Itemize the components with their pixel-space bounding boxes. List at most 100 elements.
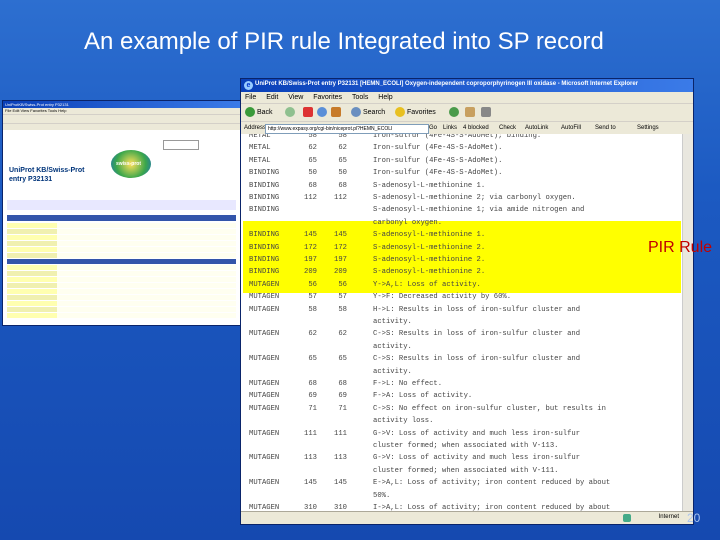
feature-from: 62 bbox=[308, 144, 317, 153]
feature-key: MUTAGEN bbox=[249, 305, 280, 314]
feature-to: 172 bbox=[334, 243, 347, 252]
feature-description: C->S: Results in loss of iron-sulfur clu… bbox=[373, 330, 581, 339]
search-button[interactable]: Search bbox=[351, 107, 385, 119]
browser-window[interactable]: e UniProt KB/Swiss-Prot entry P32131 [HE… bbox=[240, 78, 694, 525]
feature-description-continuation: cluster formed; when associated with V-1… bbox=[373, 466, 559, 475]
feature-description: E->A,L: Loss of activity; iron content r… bbox=[373, 479, 611, 488]
menu-view[interactable]: View bbox=[288, 94, 303, 101]
menu-help[interactable]: Help bbox=[378, 94, 392, 101]
feature-description-continuation: carbonyl oxygen. bbox=[373, 218, 443, 227]
favorites-button[interactable]: Favorites bbox=[395, 107, 436, 119]
feature-from: 112 bbox=[304, 194, 317, 202]
refresh-icon bbox=[317, 107, 327, 118]
thumbnail-nav-links[interactable] bbox=[7, 200, 236, 210]
menu-tools[interactable]: Tools bbox=[352, 94, 368, 101]
feature-description: Iron-sulfur (4Fe-4S-S-AdoMet). bbox=[373, 144, 503, 153]
feature-key: MUTAGEN bbox=[249, 330, 280, 339]
feature-to: 111 bbox=[334, 429, 347, 438]
feature-to: 50 bbox=[338, 169, 347, 178]
feature-to: 62 bbox=[338, 144, 347, 153]
refresh-button[interactable] bbox=[317, 107, 329, 119]
feature-to: 57 bbox=[338, 293, 347, 302]
feature-description: S-adenosyl-L-methionine 2. bbox=[373, 243, 486, 252]
feature-to: 68 bbox=[338, 380, 347, 388]
thumbnail-search-box[interactable] bbox=[163, 140, 199, 150]
internet-explorer-icon: e bbox=[244, 81, 253, 90]
feature-key: BINDING bbox=[249, 231, 280, 240]
check-button[interactable]: Check bbox=[499, 125, 516, 131]
feature-key: BINDING bbox=[249, 268, 280, 277]
menu-file[interactable]: File bbox=[245, 94, 256, 101]
feature-description: H->L: Results in loss of iron-sulfur clu… bbox=[373, 305, 581, 314]
mail-button[interactable] bbox=[465, 107, 477, 119]
vertical-scrollbar[interactable] bbox=[682, 134, 693, 512]
swiss-prot-logo-label: swiss-prot bbox=[116, 161, 142, 167]
feature-to: 112 bbox=[334, 194, 347, 202]
history-button[interactable] bbox=[449, 107, 461, 119]
feature-from: 65 bbox=[308, 156, 317, 165]
feature-key: BINDING bbox=[249, 181, 280, 190]
feature-key: MUTAGEN bbox=[249, 380, 280, 388]
back-button[interactable]: Back bbox=[245, 107, 273, 119]
uniprot-entry-heading: UniProt KB/Swiss-Prot entry P32131 bbox=[9, 166, 84, 184]
feature-key: BINDING bbox=[249, 243, 280, 252]
feature-description: S-adenosyl-L-methionine 2. bbox=[373, 256, 486, 264]
feature-key: METAL bbox=[249, 156, 271, 165]
address-input[interactable]: http://www.expasy.org/cgi-bin/niceprot.p… bbox=[265, 124, 429, 134]
uniprot-heading-line2: entry P32131 bbox=[9, 176, 53, 183]
page-number: 20 bbox=[687, 511, 701, 525]
page-content: METAL 58 58 Iron-sulfur (4Fe-4S-S-AdoMet); … bbox=[241, 134, 683, 512]
feature-description-continuation: cluster formed; when associated with V-1… bbox=[373, 442, 559, 450]
stop-button[interactable] bbox=[303, 107, 315, 119]
settings-button[interactable]: Settings bbox=[637, 125, 659, 131]
thumbnail-toolbar bbox=[3, 114, 240, 123]
feature-description-continuation: activity loss. bbox=[373, 417, 434, 426]
go-button[interactable]: Go bbox=[429, 125, 437, 131]
browser-titlebar[interactable]: e UniProt KB/Swiss-Prot entry P32131 [HE… bbox=[241, 79, 693, 92]
feature-key: MUTAGEN bbox=[249, 429, 280, 438]
feature-from: 197 bbox=[304, 256, 317, 264]
feature-description: Iron-sulfur (4Fe-4S-S-AdoMet). bbox=[373, 169, 503, 178]
feature-to: 145 bbox=[334, 231, 347, 240]
feature-key: MUTAGEN bbox=[249, 293, 280, 302]
feature-key: METAL bbox=[249, 144, 271, 153]
browser-toolbar: Back Search Favorites bbox=[241, 103, 693, 122]
feature-key: MUTAGEN bbox=[249, 392, 280, 401]
feature-to: 65 bbox=[338, 355, 347, 364]
internet-zone-icon bbox=[623, 514, 631, 522]
autolink-button[interactable]: AutoLink bbox=[525, 125, 548, 131]
address-label: Address bbox=[244, 125, 267, 131]
feature-description: S-adenosyl-L-methionine 1; via amide nit… bbox=[373, 206, 585, 215]
links-button[interactable]: Links bbox=[443, 125, 457, 131]
feature-description: C->S: Results in loss of iron-sulfur clu… bbox=[373, 355, 581, 364]
feature-to: 197 bbox=[334, 256, 347, 264]
menu-favorites[interactable]: Favorites bbox=[313, 94, 342, 101]
popup-blocked-button[interactable]: 4 blocked bbox=[463, 125, 489, 131]
menu-edit[interactable]: Edit bbox=[266, 94, 278, 101]
search-icon bbox=[351, 107, 361, 118]
feature-to: 65 bbox=[338, 156, 347, 165]
stop-icon bbox=[303, 107, 313, 118]
home-button[interactable] bbox=[331, 107, 343, 119]
print-icon bbox=[481, 107, 491, 118]
feature-from: 71 bbox=[308, 404, 317, 413]
send-to-button[interactable]: Send to bbox=[595, 125, 616, 131]
feature-to: 56 bbox=[338, 280, 347, 289]
address-bar: Address http://www.expasy.org/cgi-bin/ni… bbox=[241, 121, 693, 135]
forward-button[interactable] bbox=[285, 107, 297, 119]
feature-description: S-adenosyl-L-methionine 2. bbox=[373, 268, 486, 277]
pir-rule-annotation: PIR Rule bbox=[648, 239, 713, 256]
feature-description: G->V: Loss of activity and much less iro… bbox=[373, 429, 581, 438]
feature-description: F->A: Loss of activity. bbox=[373, 392, 473, 401]
feature-from: 145 bbox=[304, 231, 317, 240]
slide-title: An example of PIR rule Integrated into S… bbox=[84, 28, 604, 55]
search-label: Search bbox=[363, 109, 386, 116]
swiss-prot-window-thumbnail[interactable]: UniProtKB/Swiss-Prot entry P32131 File E… bbox=[2, 100, 241, 326]
autofill-button[interactable]: AutoFill bbox=[561, 125, 581, 131]
thumbnail-header-band bbox=[7, 215, 236, 221]
feature-from: 113 bbox=[304, 454, 317, 463]
feature-to: 58 bbox=[338, 305, 347, 314]
print-button[interactable] bbox=[481, 107, 493, 119]
feature-description-continuation: activity. bbox=[373, 342, 412, 351]
feature-to: 69 bbox=[338, 392, 347, 401]
